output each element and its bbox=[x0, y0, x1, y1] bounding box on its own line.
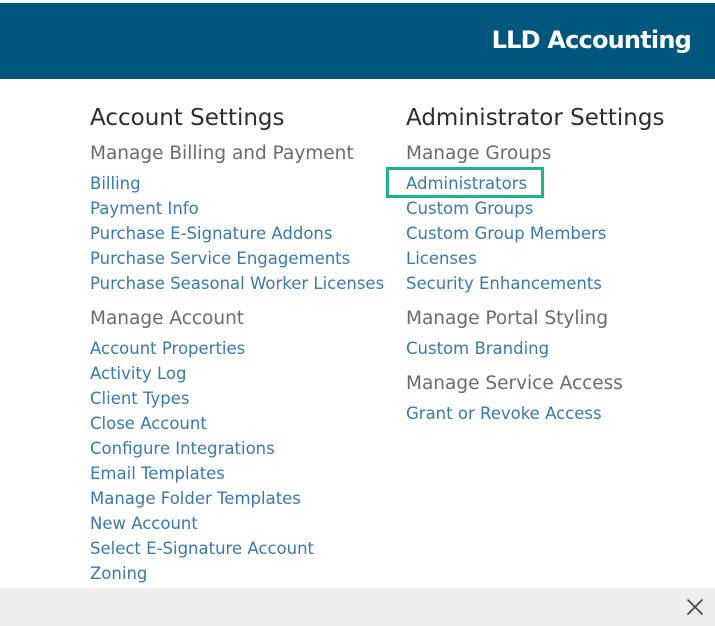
link-payment-info[interactable]: Payment Info bbox=[90, 196, 400, 221]
section-title-billing-payment: Manage Billing and Payment bbox=[90, 143, 354, 164]
section-title-manage-service-access: Manage Service Access bbox=[406, 373, 623, 394]
close-icon bbox=[687, 599, 703, 615]
link-purchase-seasonal-worker-licenses[interactable]: Purchase Seasonal Worker Licenses bbox=[90, 271, 400, 296]
section-title-manage-portal-styling: Manage Portal Styling bbox=[406, 308, 609, 329]
account-settings-heading: Account Settings bbox=[90, 105, 285, 131]
link-custom-branding[interactable]: Custom Branding bbox=[406, 336, 715, 361]
account-settings-column: Account Settings Manage Billing and Paym… bbox=[90, 99, 400, 586]
link-security-enhancements[interactable]: Security Enhancements bbox=[406, 271, 715, 296]
app-header: LLD Accounting bbox=[0, 0, 715, 79]
link-configure-integrations[interactable]: Configure Integrations bbox=[90, 436, 400, 461]
link-new-account[interactable]: New Account bbox=[90, 511, 400, 536]
link-billing[interactable]: Billing bbox=[90, 171, 400, 196]
administrator-settings-column: Administrator Settings Manage Groups Adm… bbox=[406, 99, 715, 426]
link-manage-folder-templates[interactable]: Manage Folder Templates bbox=[90, 486, 400, 511]
link-close-account[interactable]: Close Account bbox=[90, 411, 400, 436]
link-select-esignature-account[interactable]: Select E-Signature Account bbox=[90, 536, 400, 561]
close-button[interactable] bbox=[685, 597, 705, 617]
link-purchase-service-engagements[interactable]: Purchase Service Engagements bbox=[90, 246, 400, 271]
link-email-templates[interactable]: Email Templates bbox=[90, 461, 400, 486]
link-custom-group-members[interactable]: Custom Group Members bbox=[406, 221, 715, 246]
link-grant-or-revoke-access[interactable]: Grant or Revoke Access bbox=[406, 401, 715, 426]
link-client-types[interactable]: Client Types bbox=[90, 386, 400, 411]
link-licenses[interactable]: Licenses bbox=[406, 246, 715, 271]
section-title-manage-account: Manage Account bbox=[90, 308, 245, 329]
account-name: LLD Accounting bbox=[491, 26, 692, 54]
link-custom-groups[interactable]: Custom Groups bbox=[406, 196, 715, 221]
section-title-manage-groups: Manage Groups bbox=[406, 143, 552, 164]
administrator-settings-heading: Administrator Settings bbox=[406, 105, 665, 131]
link-zoning[interactable]: Zoning bbox=[90, 561, 400, 586]
link-account-properties[interactable]: Account Properties bbox=[90, 336, 400, 361]
link-activity-log[interactable]: Activity Log bbox=[90, 361, 400, 386]
link-administrators[interactable]: Administrators bbox=[406, 171, 715, 196]
footer-bar bbox=[0, 588, 715, 626]
link-purchase-esignature-addons[interactable]: Purchase E-Signature Addons bbox=[90, 221, 400, 246]
